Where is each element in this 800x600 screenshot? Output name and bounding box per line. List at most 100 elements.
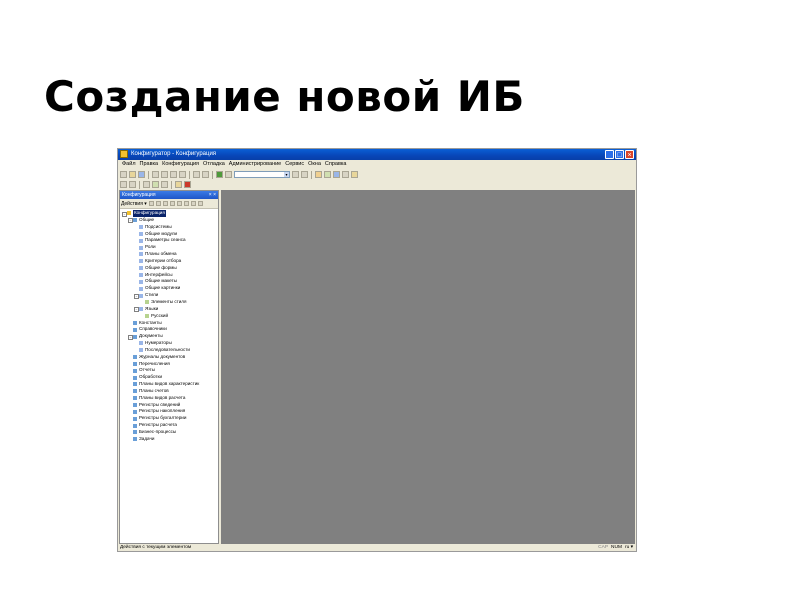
undo-icon[interactable]: [193, 171, 200, 178]
tree-item-label: Общие картинки: [145, 285, 181, 291]
tree-item-label: Обработки: [139, 374, 163, 380]
find-text-icon[interactable]: [225, 171, 232, 178]
edit-icon[interactable]: [155, 201, 161, 206]
save-icon[interactable]: [138, 171, 145, 178]
minimize-button[interactable]: _: [605, 150, 614, 159]
workspace-area: [221, 190, 635, 544]
cut-icon[interactable]: [152, 171, 159, 178]
tree-item[interactable]: Русский: [120, 313, 218, 320]
search-combo[interactable]: ▾: [234, 171, 290, 178]
merge-icon[interactable]: [161, 181, 168, 188]
list-icon[interactable]: [342, 171, 349, 178]
tree-item[interactable]: Константы: [120, 320, 218, 327]
tree-node-icon: [139, 225, 143, 230]
tree-item[interactable]: Подсистемы: [120, 224, 218, 231]
properties-icon[interactable]: [333, 171, 340, 178]
tree-item[interactable]: Планы счетов: [120, 388, 218, 395]
tree-item-label: Регистры накопления: [139, 408, 186, 414]
tree-item[interactable]: Отчеты: [120, 367, 218, 374]
tree-item[interactable]: Регистры расчета: [120, 422, 218, 429]
tree-item[interactable]: Планы обмена: [120, 251, 218, 258]
tree-item[interactable]: Журналы документов: [120, 354, 218, 361]
menu-windows[interactable]: Окна: [308, 160, 321, 169]
tree-item[interactable]: Регистры бухгалтерии: [120, 415, 218, 422]
menu-file[interactable]: Файл: [122, 160, 136, 169]
tree-item[interactable]: Критерии отбора: [120, 258, 218, 265]
filter-icon[interactable]: [197, 201, 203, 206]
run-icon[interactable]: [175, 181, 182, 188]
stop-icon[interactable]: [184, 181, 191, 188]
menu-debug[interactable]: Отладка: [203, 160, 225, 169]
update-icon[interactable]: [143, 181, 150, 188]
tree-item[interactable]: − Конфигурация: [120, 210, 218, 217]
tree-item[interactable]: Регистры сведений: [120, 402, 218, 409]
help-icon[interactable]: [351, 171, 358, 178]
tree-node-icon: [139, 279, 143, 284]
tree-item[interactable]: Справочники: [120, 326, 218, 333]
window-icon[interactable]: [315, 171, 322, 178]
tree-item[interactable]: Параметры сеанса: [120, 237, 218, 244]
tree-item[interactable]: Регистры накопления: [120, 408, 218, 415]
compare-icon[interactable]: [152, 181, 159, 188]
menu-help[interactable]: Справка: [325, 160, 347, 169]
tree-node-icon: [133, 334, 137, 339]
tree-item[interactable]: − Стили: [120, 292, 218, 299]
tree-item[interactable]: − Общие: [120, 217, 218, 224]
tree-item[interactable]: Общие модули: [120, 231, 218, 238]
tools-icon[interactable]: [324, 171, 331, 178]
tree-item[interactable]: Общие макеты: [120, 278, 218, 285]
tree-node-icon: [133, 437, 137, 442]
chevron-down-icon[interactable]: ▾: [284, 172, 289, 177]
close-button[interactable]: ×: [625, 150, 634, 159]
tree-item[interactable]: Роли: [120, 244, 218, 251]
actions-menu-button[interactable]: Действия ▾: [121, 200, 147, 208]
copy-item-icon[interactable]: [162, 201, 168, 206]
remove-icon[interactable]: [169, 201, 175, 206]
tree-item[interactable]: Общие формы: [120, 265, 218, 272]
tree-item[interactable]: Планы видов характеристик: [120, 381, 218, 388]
tree-item-label: Бизнес-процессы: [139, 429, 177, 434]
tree-item-label: Общие: [139, 216, 155, 222]
tree-item-label: Константы: [139, 319, 162, 325]
config-open-icon[interactable]: [120, 181, 127, 188]
open-icon[interactable]: [129, 171, 136, 178]
tree-item[interactable]: Элементы стиля: [120, 299, 218, 306]
find-icon[interactable]: [216, 171, 223, 178]
language-indicator[interactable]: ru ▾: [625, 544, 633, 551]
menu-administration[interactable]: Администрирование: [229, 160, 281, 169]
tree-item-label: Задачи: [139, 435, 155, 441]
copy-icon[interactable]: [161, 171, 168, 178]
configuration-panel: Конфигурация × × Действия ▾ − Конфигураци…: [119, 190, 219, 544]
tree-node-icon: [145, 314, 149, 319]
tree-item[interactable]: − Языки: [120, 306, 218, 313]
paste-icon[interactable]: [170, 171, 177, 178]
redo-icon[interactable]: [202, 171, 209, 178]
menu-configuration[interactable]: Конфигурация: [162, 160, 199, 169]
sort-icon[interactable]: [190, 201, 196, 206]
config-save-icon[interactable]: [129, 181, 136, 188]
delete-icon[interactable]: [179, 171, 186, 178]
tree-item[interactable]: Бизнес-процессы: [120, 429, 218, 436]
maximize-button[interactable]: □: [615, 150, 624, 159]
tree-item[interactable]: Перечисления: [120, 361, 218, 368]
add-icon[interactable]: [148, 201, 154, 206]
find-prev-icon[interactable]: [301, 171, 308, 178]
menu-edit[interactable]: Правка: [140, 160, 159, 169]
new-icon[interactable]: [120, 171, 127, 178]
find-next-icon[interactable]: [292, 171, 299, 178]
move-up-icon[interactable]: [176, 201, 182, 206]
tree-item[interactable]: Планы видов расчета: [120, 395, 218, 402]
tree-node-icon: [139, 286, 143, 291]
tree-node-icon: [133, 361, 137, 366]
tree-item[interactable]: − Документы: [120, 333, 218, 340]
window-titlebar[interactable]: Конфигуратор - Конфигурация _ □ ×: [118, 149, 636, 160]
panel-close-icon[interactable]: × ×: [209, 191, 216, 199]
tree-item[interactable]: Нумераторы: [120, 340, 218, 347]
tree-item[interactable]: Задачи: [120, 436, 218, 443]
tree-item[interactable]: Общие картинки: [120, 285, 218, 292]
move-down-icon[interactable]: [183, 201, 189, 206]
tree-item[interactable]: Интерфейсы: [120, 272, 218, 279]
menu-service[interactable]: Сервис: [285, 160, 304, 169]
tree-item[interactable]: Обработки: [120, 374, 218, 381]
tree-item[interactable]: Последовательности: [120, 347, 218, 354]
